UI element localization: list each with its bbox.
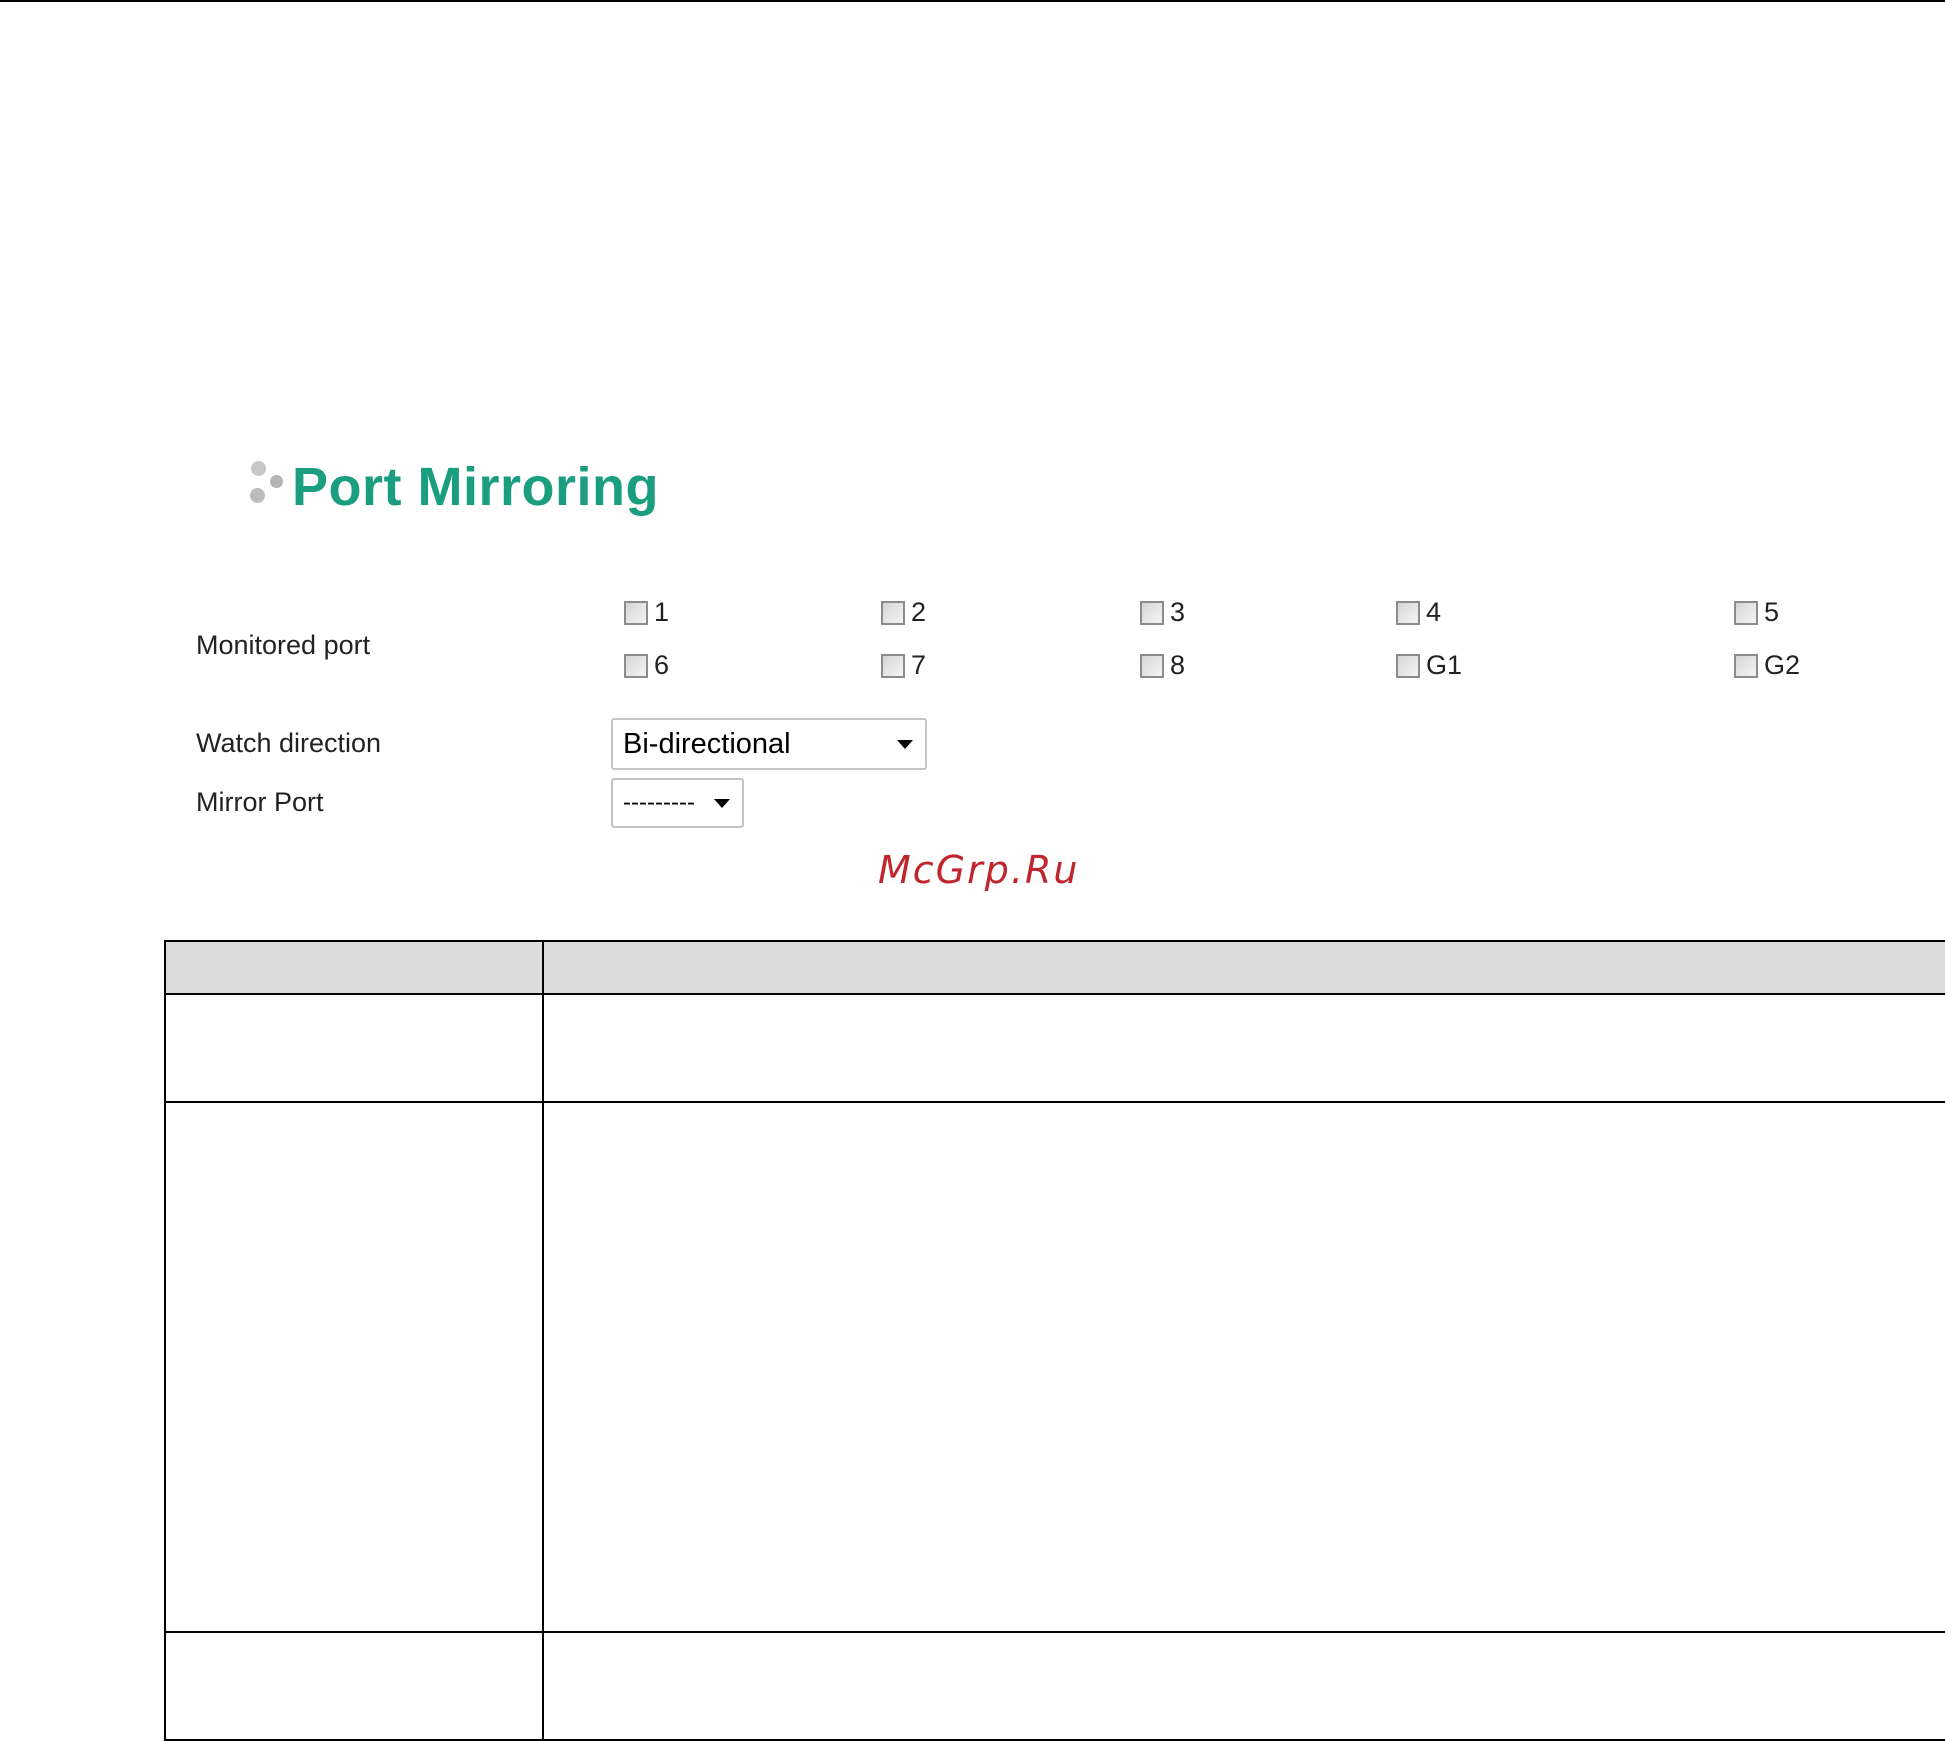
port-checkbox-4[interactable]: 4 <box>1396 597 1441 628</box>
page-title: Port Mirroring <box>292 457 659 517</box>
description-table <box>164 940 1945 1741</box>
watermark-text: McGrp.Ru <box>878 848 1080 892</box>
port-checkbox-g2[interactable]: G2 <box>1734 650 1800 681</box>
table-row <box>164 993 1945 1103</box>
mirror-port-select[interactable]: --------- <box>611 778 744 828</box>
port-label: G2 <box>1764 650 1801 680</box>
port-label: 3 <box>1170 597 1186 627</box>
checkbox-box[interactable] <box>1396 600 1420 625</box>
port-label: 6 <box>654 650 670 680</box>
port-label: G1 <box>1426 650 1463 680</box>
checkbox-box[interactable] <box>624 653 648 678</box>
table-cell <box>542 1101 1945 1633</box>
monitored-port-label: Monitored port <box>196 630 371 660</box>
watch-direction-select[interactable]: Bi-directional <box>611 718 927 770</box>
checkbox-box[interactable] <box>1734 653 1758 678</box>
port-checkbox-3[interactable]: 3 <box>1140 597 1185 628</box>
port-label: 1 <box>654 597 670 627</box>
table-header-cell <box>542 940 1945 995</box>
checkbox-box[interactable] <box>1140 653 1164 678</box>
port-label: 2 <box>911 597 927 627</box>
table-cell <box>164 1631 544 1741</box>
bullet-dots-icon <box>248 457 288 517</box>
mirror-port-label: Mirror Port <box>196 787 324 817</box>
port-checkbox-2[interactable]: 2 <box>881 597 926 628</box>
port-checkbox-6[interactable]: 6 <box>624 650 669 681</box>
checkbox-box[interactable] <box>1734 600 1758 625</box>
port-label: 4 <box>1426 597 1442 627</box>
port-label: 5 <box>1764 597 1780 627</box>
table-cell <box>542 1631 1945 1741</box>
table-row <box>164 1101 1945 1633</box>
port-checkbox-g1[interactable]: G1 <box>1396 650 1462 681</box>
port-checkbox-7[interactable]: 7 <box>881 650 926 681</box>
table-cell <box>164 993 544 1103</box>
top-rule <box>0 0 1945 2</box>
port-checkbox-1[interactable]: 1 <box>624 597 669 628</box>
port-label: 7 <box>911 650 927 680</box>
chevron-down-icon <box>714 799 730 808</box>
checkbox-box[interactable] <box>624 600 648 625</box>
checkbox-box[interactable] <box>881 653 905 678</box>
checkbox-box[interactable] <box>881 600 905 625</box>
table-header-cell <box>164 940 544 995</box>
page-heading: Port Mirroring <box>248 452 659 522</box>
table-row <box>164 1631 1945 1741</box>
port-checkbox-8[interactable]: 8 <box>1140 650 1185 681</box>
port-checkbox-5[interactable]: 5 <box>1734 597 1779 628</box>
table-cell <box>542 993 1945 1103</box>
table-cell <box>164 1101 544 1633</box>
mirror-port-value: --------- <box>623 789 695 816</box>
watch-direction-label: Watch direction <box>196 728 382 758</box>
chevron-down-icon <box>897 740 913 749</box>
checkbox-box[interactable] <box>1140 600 1164 625</box>
port-label: 8 <box>1170 650 1186 680</box>
table-header-row <box>164 940 1945 995</box>
checkbox-box[interactable] <box>1396 653 1420 678</box>
watch-direction-value: Bi-directional <box>623 727 791 760</box>
